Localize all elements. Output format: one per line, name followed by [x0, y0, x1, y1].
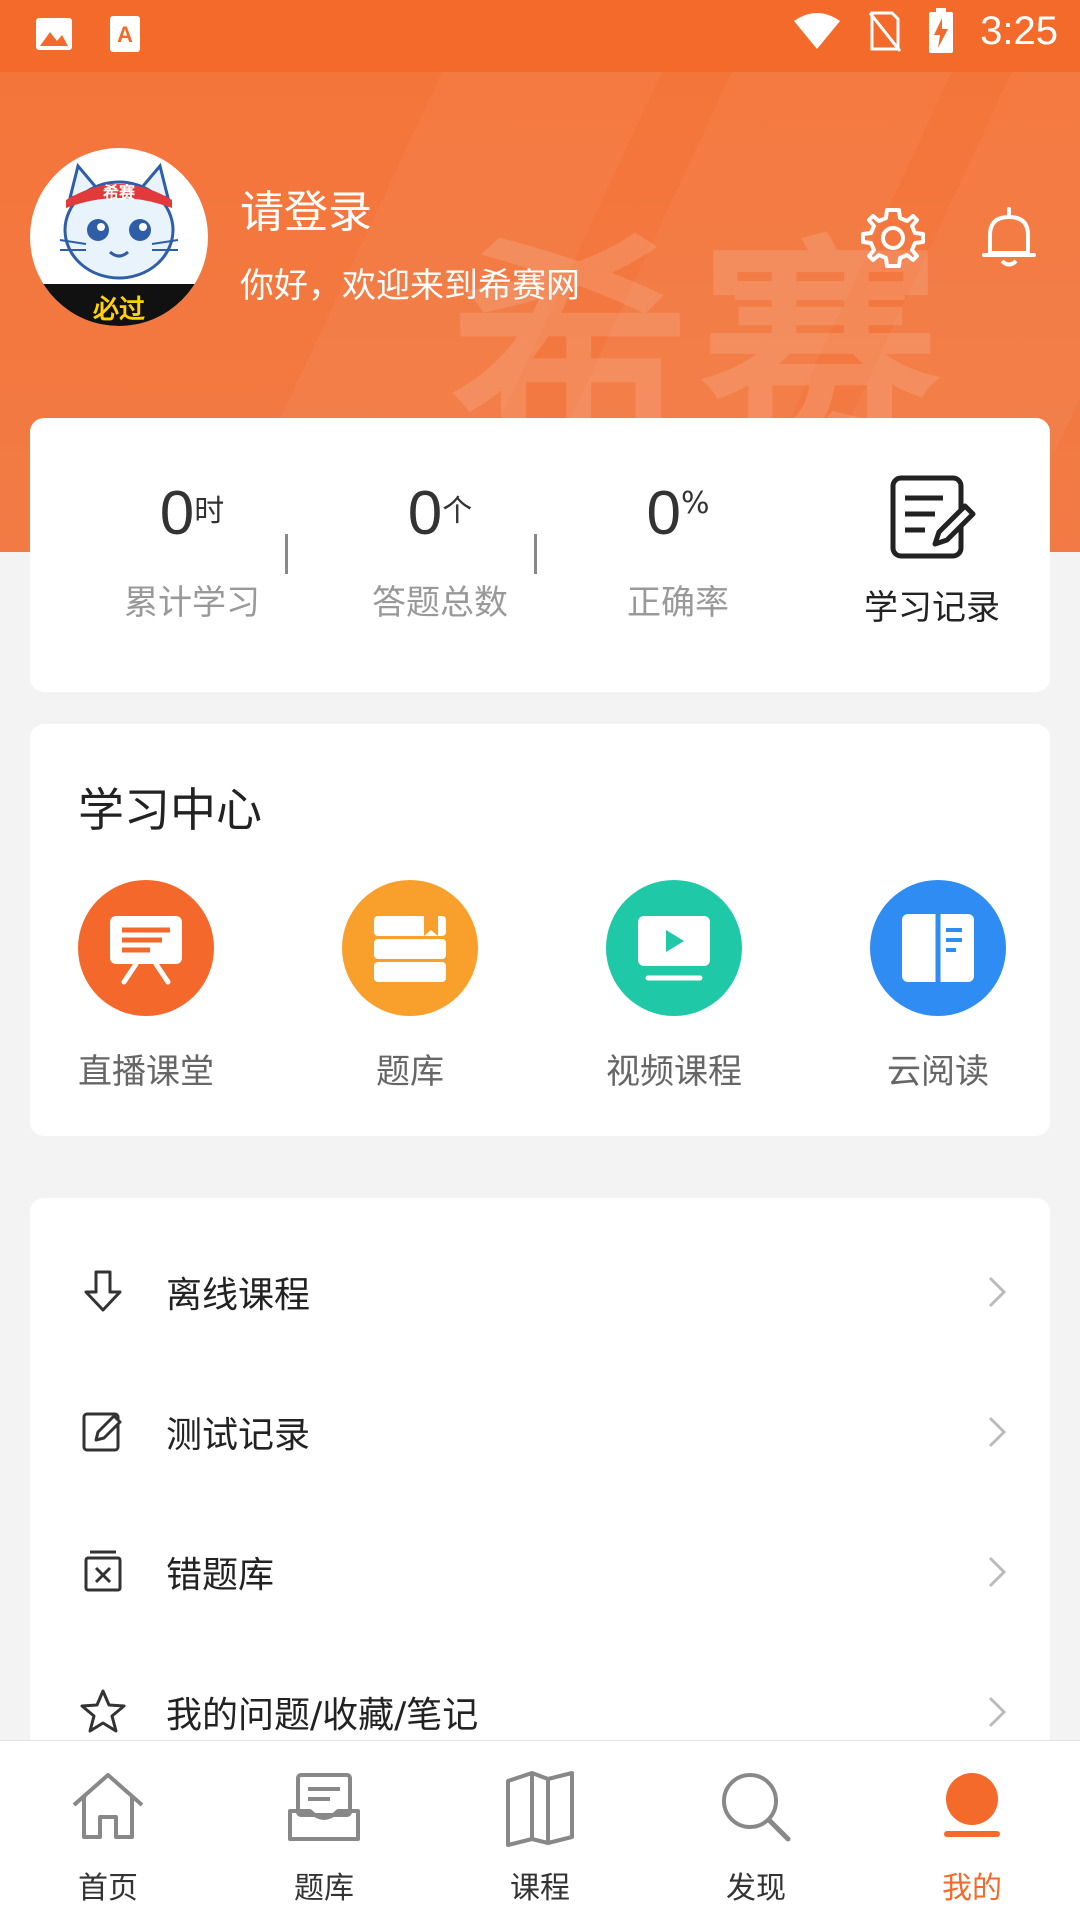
feature-video-course[interactable]: 视频课程 — [574, 880, 774, 1093]
feature-cloud-reading[interactable]: 云阅读 — [838, 880, 1038, 1093]
menu-item-test-records[interactable]: 测试记录 — [30, 1360, 1050, 1500]
menu-label: 测试记录 — [166, 1415, 311, 1456]
stat-value: 0 — [159, 479, 195, 548]
tab-label: 题库 — [294, 1871, 354, 1906]
tab-discover[interactable]: 发现 — [648, 1741, 864, 1921]
stat-study-time: 0时 累计学习 — [92, 478, 292, 624]
menu-card: 离线课程 测试记录 错题库 我的问题/收藏/笔记 — [30, 1198, 1050, 1758]
wifi-icon — [794, 13, 841, 49]
menu-label: 错题库 — [166, 1555, 275, 1596]
tab-label: 课程 — [510, 1871, 570, 1906]
chevron-right-icon — [988, 1556, 1007, 1588]
svg-text:A: A — [117, 22, 133, 47]
login-prompt[interactable]: 请登录 — [240, 176, 372, 240]
bell-icon[interactable] — [976, 205, 1042, 271]
welcome-text: 你好，欢迎来到希赛网 — [240, 266, 580, 306]
chevron-right-icon — [988, 1276, 1007, 1308]
star-icon — [80, 1689, 126, 1733]
avatar[interactable]: 必过 希赛 — [30, 148, 208, 326]
battery-charging-icon — [929, 8, 954, 53]
tab-label: 首页 — [78, 1871, 138, 1906]
stat-accuracy: 0% 正确率 — [578, 478, 778, 624]
edit-record-icon — [890, 475, 976, 559]
book-icon — [506, 1771, 574, 1847]
menu-label: 我的问题/收藏/笔记 — [166, 1695, 479, 1736]
section-title: 学习中心 — [78, 783, 262, 837]
feature-live-class[interactable]: 直播课堂 — [46, 880, 246, 1093]
avatar-top-badge: 希赛 — [103, 183, 136, 202]
video-course-icon — [606, 880, 742, 1016]
feature-label: 直播课堂 — [78, 1052, 214, 1092]
tab-label: 发现 — [726, 1871, 786, 1906]
feature-label: 题库 — [376, 1052, 444, 1092]
stat-divider — [534, 534, 537, 574]
stat-unit: 个 — [442, 494, 473, 529]
menu-item-wrong-questions[interactable]: 错题库 — [30, 1500, 1050, 1640]
study-record-button[interactable]: 学习记录 — [842, 472, 1022, 629]
stats-card: 0时 累计学习 0个 答题总数 0% 正确率 学习记录 — [30, 418, 1050, 692]
stat-divider — [285, 534, 288, 574]
status-time: 3:25 — [980, 8, 1058, 53]
tab-home[interactable]: 首页 — [0, 1741, 216, 1921]
font-app-icon: A — [110, 16, 140, 52]
study-record-label: 学习记录 — [864, 588, 1000, 628]
menu-item-offline-courses[interactable]: 离线课程 — [30, 1220, 1050, 1360]
tab-profile[interactable]: 我的 — [864, 1741, 1080, 1921]
tab-courses[interactable]: 课程 — [432, 1741, 648, 1921]
search-icon — [722, 1773, 791, 1842]
cat-mascot-icon: 必过 希赛 — [30, 162, 208, 326]
cloud-reading-icon — [870, 880, 1006, 1016]
feature-label: 视频课程 — [606, 1052, 742, 1092]
edit-note-icon — [82, 1412, 122, 1452]
wrong-question-icon — [84, 1550, 122, 1592]
tab-label: 我的 — [942, 1871, 1002, 1906]
feature-label: 云阅读 — [887, 1052, 989, 1092]
question-bank-icon — [342, 880, 478, 1016]
stat-label: 答题总数 — [372, 583, 508, 623]
chevron-right-icon — [988, 1696, 1007, 1728]
stat-answered: 0个 答题总数 — [340, 478, 540, 624]
inbox-icon — [288, 1773, 360, 1841]
menu-label: 离线课程 — [166, 1275, 311, 1316]
status-bar: A 3:25 — [0, 0, 1080, 72]
stat-value: 0 — [407, 479, 443, 548]
settings-icon[interactable] — [860, 205, 926, 271]
stat-unit: % — [680, 486, 710, 521]
stat-unit: 时 — [194, 494, 225, 529]
home-icon — [72, 1773, 144, 1839]
learning-center-card: 学习中心 直播课堂 题库 视频课程 云阅读 — [30, 724, 1050, 1136]
bottom-tab-bar: 首页 题库 课程 发现 我的 — [0, 1740, 1080, 1921]
download-icon — [84, 1270, 122, 1312]
no-sim-icon — [868, 11, 902, 52]
stat-label: 正确率 — [627, 583, 729, 623]
image-icon — [36, 18, 72, 50]
profile-icon — [944, 1773, 1000, 1837]
stat-value: 0 — [646, 479, 681, 548]
feature-question-bank[interactable]: 题库 — [310, 880, 510, 1093]
chevron-right-icon — [988, 1416, 1007, 1448]
tab-question-bank[interactable]: 题库 — [216, 1741, 432, 1921]
stat-label: 累计学习 — [124, 583, 260, 623]
avatar-bottom-badge: 必过 — [93, 295, 145, 325]
live-class-icon — [78, 880, 214, 1016]
